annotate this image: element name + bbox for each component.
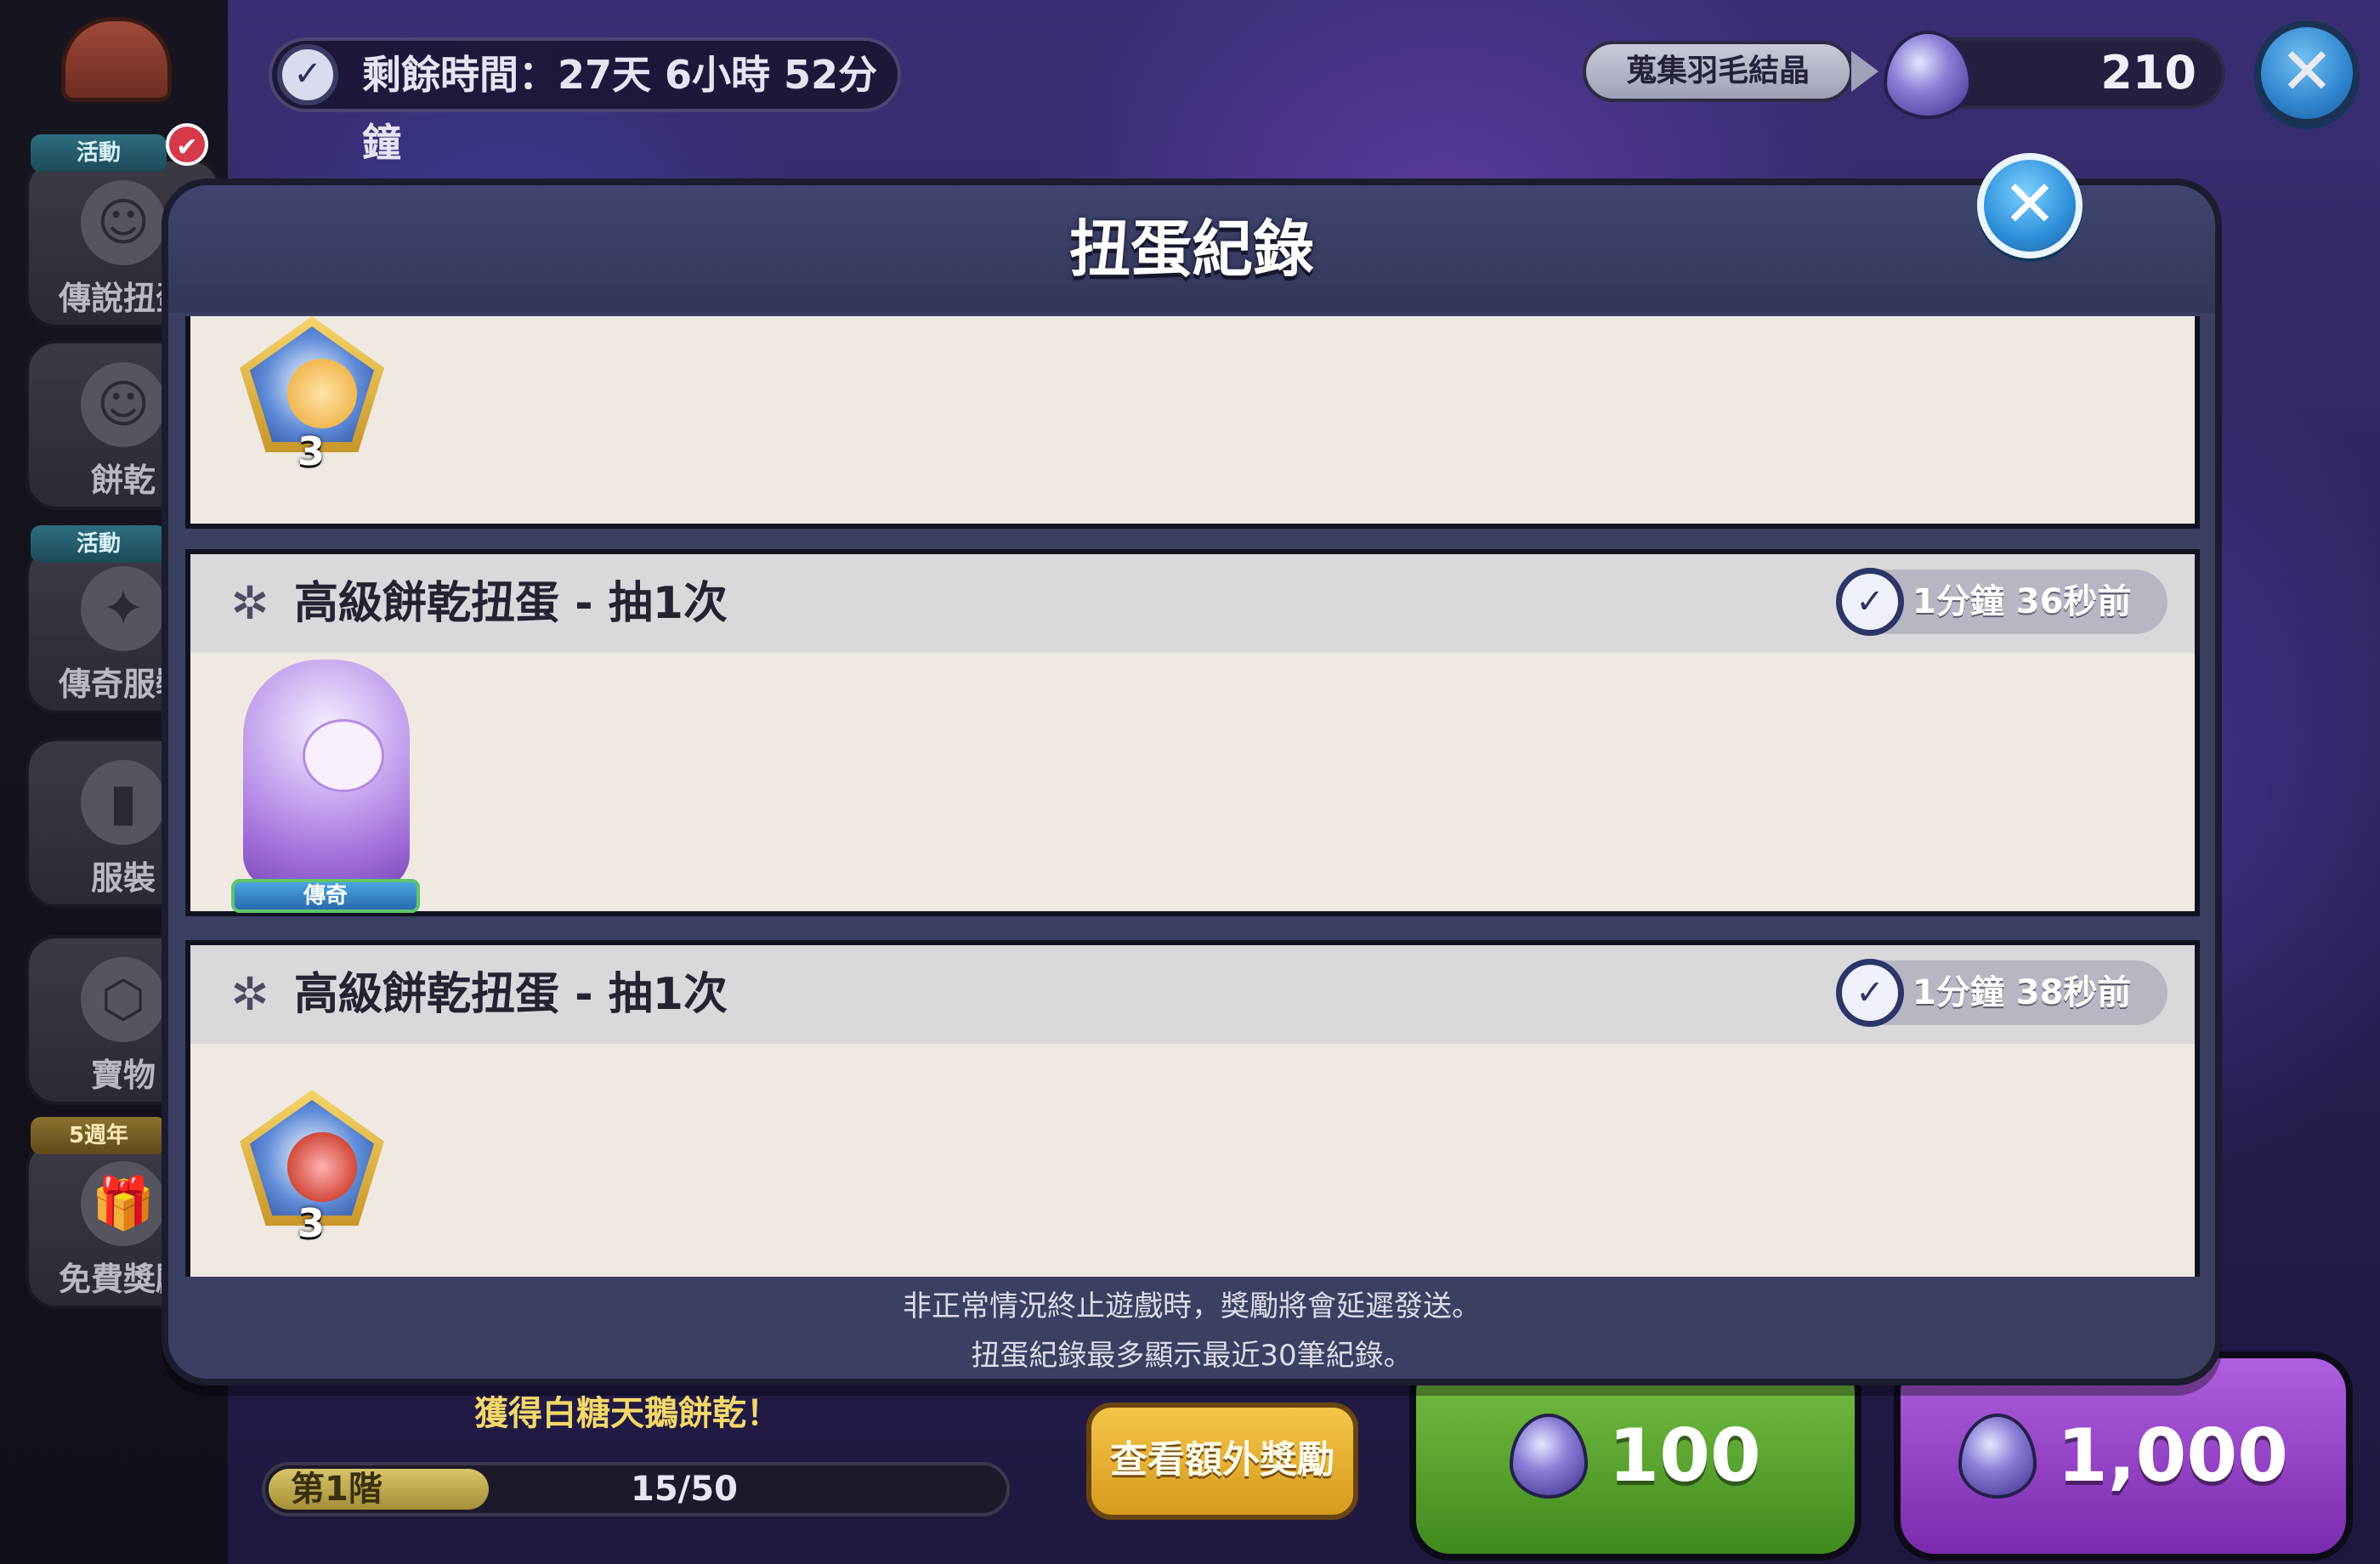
- cookie-face: [303, 719, 384, 792]
- record-header: ✲ 高級餅乾扭蛋 - 抽1次 ✓ 1分鐘 38秒前: [190, 945, 2195, 1044]
- record-header: ✲ 高級餅乾扭蛋 - 抽1次 ✓ 1分鐘 36秒前: [190, 554, 2195, 653]
- close-icon: ✕: [2280, 33, 2334, 109]
- record-time: ✓ 1分鐘 38秒前: [1836, 959, 2168, 1027]
- crystal-balance-value: 210: [2100, 46, 2196, 99]
- screen-close-button[interactable]: ✕: [2254, 20, 2360, 126]
- stage-progress-count: 15/50: [631, 1470, 738, 1509]
- cookie-card: 傳奇: [226, 660, 427, 915]
- dialog-close-button[interactable]: ✕: [1977, 153, 2082, 258]
- gacha-record: 3: [185, 316, 2200, 529]
- cookie-portrait: [243, 660, 410, 889]
- remaining-time-banner: ✓ 剩餘時間：27天 6小時 52分鐘: [269, 37, 901, 166]
- crystal-icon: [1510, 1413, 1589, 1499]
- event-ribbon: 活動: [31, 525, 167, 563]
- stage-label: 第1階: [291, 1470, 382, 1509]
- crystal-icon: [1958, 1413, 2037, 1499]
- gacha-bottom-panel: 獲得白糖天鵝餅乾！ 第1階 15/50 查看額外獎勵 100 1,000: [228, 1352, 2380, 1564]
- footer-note-limit: 扭蛋紀錄最多顯示最近30筆紀錄。: [971, 1339, 1413, 1373]
- record-title: 高級餅乾扭蛋 - 抽1次: [294, 969, 728, 1020]
- rarity-tag: 傳奇: [231, 879, 420, 913]
- stage-progress-bar: 第1階 15/50: [262, 1462, 1010, 1516]
- clock-icon: ✓: [277, 44, 338, 105]
- soulstone-count: 3: [297, 1200, 325, 1246]
- gacha-record: ✲ 高級餅乾扭蛋 - 抽1次 ✓ 1分鐘 36秒前 傳奇: [185, 549, 2200, 916]
- record-time-text: 1分鐘 36秒前: [1912, 582, 2132, 621]
- gacha-record: ✲ 高級餅乾扭蛋 - 抽1次 ✓ 1分鐘 38秒前 3: [185, 940, 2200, 1277]
- check-badge-icon: ✔: [166, 123, 208, 166]
- record-time: ✓ 1分鐘 36秒前: [1836, 568, 2168, 636]
- reward-message: 獲得白糖天鵝餅乾！: [474, 1394, 780, 1433]
- gacha-history-dialog: 扭蛋紀錄 3 ✲ 高級餅乾扭蛋 - 抽1次 ✓ 1分鐘 36秒前 傳奇 ✲ 高級…: [162, 178, 2222, 1386]
- dialog-footer: 非正常情況終止遊戲時，獎勵將會延遲發送。 扭蛋紀錄最多顯示最近30筆紀錄。: [168, 1277, 2215, 1379]
- gacha-record-list[interactable]: 3 ✲ 高級餅乾扭蛋 - 抽1次 ✓ 1分鐘 36秒前 傳奇 ✲ 高級餅乾扭蛋 …: [185, 316, 2200, 1277]
- anniversary-ribbon: 5週年: [31, 1117, 167, 1154]
- shirt-icon: ✦: [81, 566, 166, 651]
- shirt-icon: ▮: [81, 760, 166, 845]
- clock-icon: ✓: [1836, 568, 1904, 636]
- draw-once-price: 100: [1608, 1414, 1761, 1499]
- gingerbread-icon: ☺: [81, 180, 166, 265]
- gift-icon: 🎁: [81, 1161, 166, 1246]
- close-icon: ✕: [2003, 166, 2057, 241]
- gingerbread-icon: ✲: [230, 967, 269, 1021]
- dialog-title: 扭蛋紀錄: [1068, 213, 1314, 285]
- footer-note-delay: 非正常情況終止遊戲時，獎勵將會延遲發送。: [903, 1289, 1481, 1323]
- view-bonus-rewards-button[interactable]: 查看額外獎勵: [1086, 1402, 1358, 1520]
- event-ribbon: 活動: [31, 134, 167, 172]
- home-icon[interactable]: [61, 17, 172, 102]
- dialog-header: 扭蛋紀錄: [168, 185, 2215, 313]
- collect-feather-crystal-tag[interactable]: 蒐集羽毛結晶: [1583, 41, 1878, 102]
- draw-ten-price: 1,000: [2056, 1414, 2289, 1499]
- gingerbread-icon: ✲: [230, 576, 269, 630]
- record-time-text: 1分鐘 38秒前: [1912, 973, 2132, 1012]
- soulstone-count: 3: [297, 428, 325, 474]
- gingerbread-icon: ☺: [81, 362, 166, 447]
- crystal-balance: 210: [1884, 31, 2225, 119]
- clock-icon: ✓: [1836, 959, 1904, 1027]
- record-title: 高級餅乾扭蛋 - 抽1次: [294, 578, 728, 629]
- hexagon-icon: ⬡: [81, 957, 166, 1042]
